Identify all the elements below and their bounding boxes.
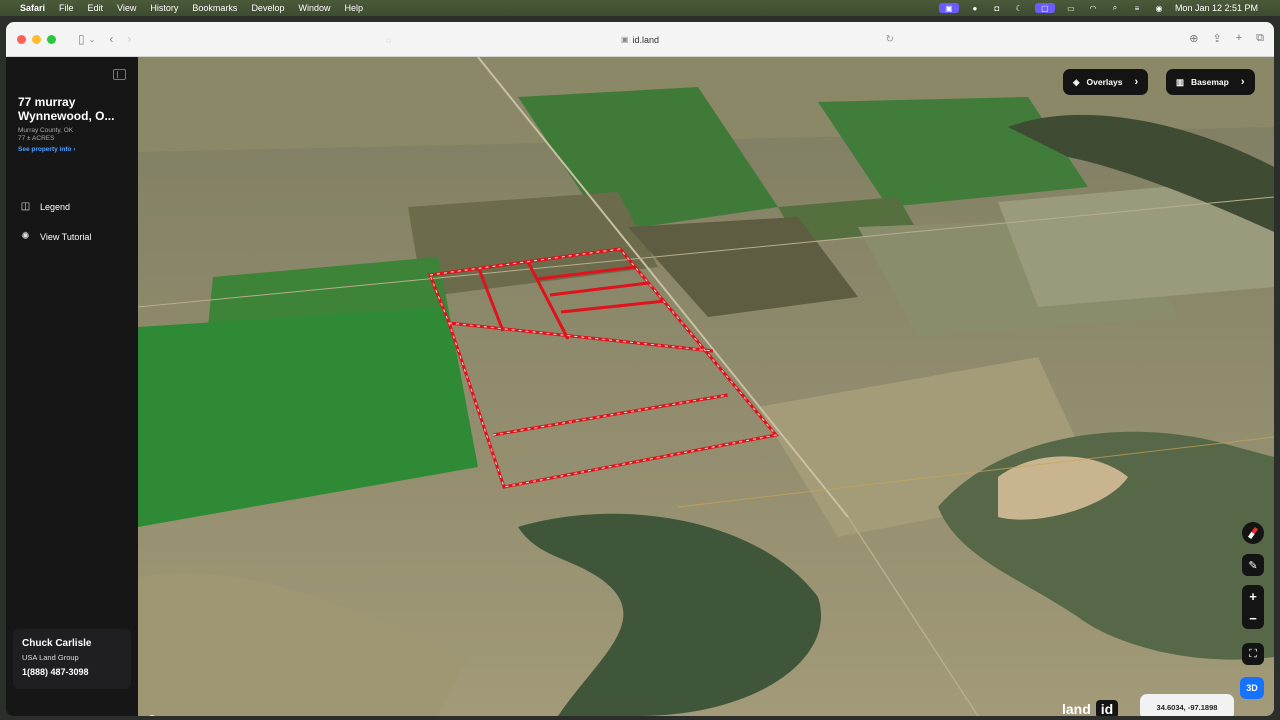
forward-button[interactable]: ›: [127, 32, 131, 46]
property-meta: Murray County, OK 77 ± ACRES: [18, 127, 73, 143]
property-location: Murray County, OK: [18, 127, 74, 134]
frame-icon: ⛶: [1249, 647, 1257, 660]
menu-file[interactable]: File: [59, 3, 74, 13]
reload-icon[interactable]: ↻: [886, 34, 894, 45]
app-status-icon[interactable]: ◘: [991, 3, 1003, 13]
address-bar[interactable]: ◌ ▣ id.land ↻: [386, 29, 894, 50]
chevron-right-icon: ›: [1134, 76, 1139, 88]
menu-view[interactable]: View: [117, 3, 136, 13]
see-property-info-label: See property info: [18, 146, 72, 153]
chevron-down-icon[interactable]: ⌄: [89, 35, 96, 44]
chevron-right-icon: ›: [1240, 76, 1245, 88]
mapbox-logo-icon: [148, 715, 156, 716]
tutorial-icon: ✺: [21, 231, 30, 242]
coordinate-readout[interactable]: 34.6034, -97.1898: [1140, 694, 1234, 716]
layers-icon: ◫: [20, 201, 31, 212]
satellite-map[interactable]: ◈ Overlays › ▥ Basemap › ✎ + − ⛶ land id…: [138, 57, 1274, 716]
tab-overview-icon[interactable]: ⧉: [1256, 32, 1264, 45]
status-icon[interactable]: ●: [969, 3, 981, 13]
property-title: 77 murray Wynnewood, O...: [18, 95, 115, 123]
property-acres: 77 ± ACRES: [18, 135, 55, 142]
menu-help[interactable]: Help: [344, 3, 363, 13]
sidebar-item-label: Legend: [40, 201, 71, 212]
siri-icon[interactable]: ◉: [1153, 3, 1165, 13]
mapbox-attribution: mapbox: [148, 715, 184, 716]
url-text: id.land: [632, 34, 660, 45]
moon-icon[interactable]: ☾: [1013, 3, 1025, 13]
menu-window[interactable]: Window: [298, 3, 330, 13]
agent-phone[interactable]: 1(888) 487-3098: [22, 667, 122, 677]
map-imagery: [138, 57, 1274, 716]
macos-menu-bar: Safari File Edit View History Bookmarks …: [0, 0, 1280, 16]
zoom-out-button[interactable]: −: [1249, 611, 1257, 626]
mapbox-label: mapbox: [159, 716, 184, 717]
agent-card: Chuck Carlisle USA Land Group 1(888) 487…: [13, 629, 131, 689]
sidebar-toggle-icon[interactable]: ▯: [78, 32, 85, 46]
menu-app-name[interactable]: Safari: [20, 3, 45, 13]
sidebar-item-tutorial[interactable]: ✺ View Tutorial: [20, 231, 91, 242]
privacy-icon: ◌: [386, 34, 392, 45]
overlays-button[interactable]: ◈ Overlays ›: [1063, 69, 1149, 95]
sidebar-item-legend[interactable]: ◫ Legend: [20, 201, 70, 212]
search-icon[interactable]: ⌕: [1109, 3, 1121, 13]
agent-name: Chuck Carlisle: [22, 638, 92, 649]
basemap-button[interactable]: ▥ Basemap ›: [1166, 69, 1255, 95]
menu-edit[interactable]: Edit: [88, 3, 104, 13]
back-button[interactable]: ‹: [109, 32, 113, 46]
land-id-logo: land id: [1062, 700, 1119, 716]
agent-company: USA Land Group: [22, 653, 79, 662]
property-sidebar: 77 murray Wynnewood, O... Murray County,…: [6, 57, 138, 716]
logo-text-right: id: [1095, 700, 1119, 716]
compass-needle-icon: [1247, 526, 1259, 540]
overlays-label: Overlays: [1086, 77, 1123, 87]
menu-develop[interactable]: Develop: [251, 3, 284, 13]
chevron-right-icon: ›: [73, 146, 76, 153]
menu-history[interactable]: History: [150, 3, 178, 13]
sidebar-item-label: View Tutorial: [40, 231, 92, 242]
close-window-button[interactable]: [17, 34, 26, 44]
compass-button[interactable]: [1242, 522, 1264, 544]
draw-tool-button[interactable]: ✎: [1242, 554, 1264, 576]
collapse-sidebar-icon[interactable]: [113, 69, 126, 80]
basemap-label: Basemap: [1191, 77, 1229, 87]
zoom-controls: + −: [1242, 585, 1264, 629]
zoom-window-button[interactable]: [47, 34, 56, 44]
browser-toolbar: ▯ ⌄ ‹ › ◌ ▣ id.land ↻ ⊕ ⇪ + ⧉: [6, 22, 1274, 57]
logo-text-left: land: [1062, 701, 1091, 716]
menu-clock[interactable]: Mon Jan 12 2:51 PM: [1175, 3, 1258, 13]
wifi-icon[interactable]: ◠: [1087, 3, 1099, 13]
layers-icon: ◈: [1073, 76, 1080, 87]
zoom-in-button[interactable]: +: [1249, 589, 1257, 604]
menu-bookmarks[interactable]: Bookmarks: [192, 3, 237, 13]
minimize-window-button[interactable]: [32, 34, 41, 44]
battery-icon[interactable]: ▭: [1065, 3, 1077, 13]
new-tab-icon[interactable]: +: [1236, 32, 1242, 45]
focus-parcel-button[interactable]: ⛶: [1242, 643, 1264, 665]
share-icon[interactable]: ⇪: [1212, 32, 1221, 45]
downloads-icon[interactable]: ⊕: [1189, 32, 1198, 45]
see-property-info-link[interactable]: See property info ›: [18, 146, 75, 153]
browser-window: ▯ ⌄ ‹ › ◌ ▣ id.land ↻ ⊕ ⇪ + ⧉ 77 murray …: [6, 22, 1274, 716]
3d-toggle-button[interactable]: 3D: [1240, 677, 1264, 699]
control-center-icon[interactable]: ≡: [1131, 3, 1143, 13]
screen-share-icon[interactable]: ▣: [938, 3, 959, 13]
pencil-icon: ✎: [1248, 559, 1258, 572]
display-icon[interactable]: ▢: [1034, 3, 1055, 13]
window-controls: [17, 34, 56, 44]
basemap-icon: ▥: [1176, 76, 1185, 87]
lock-icon: ▣: [620, 35, 629, 44]
